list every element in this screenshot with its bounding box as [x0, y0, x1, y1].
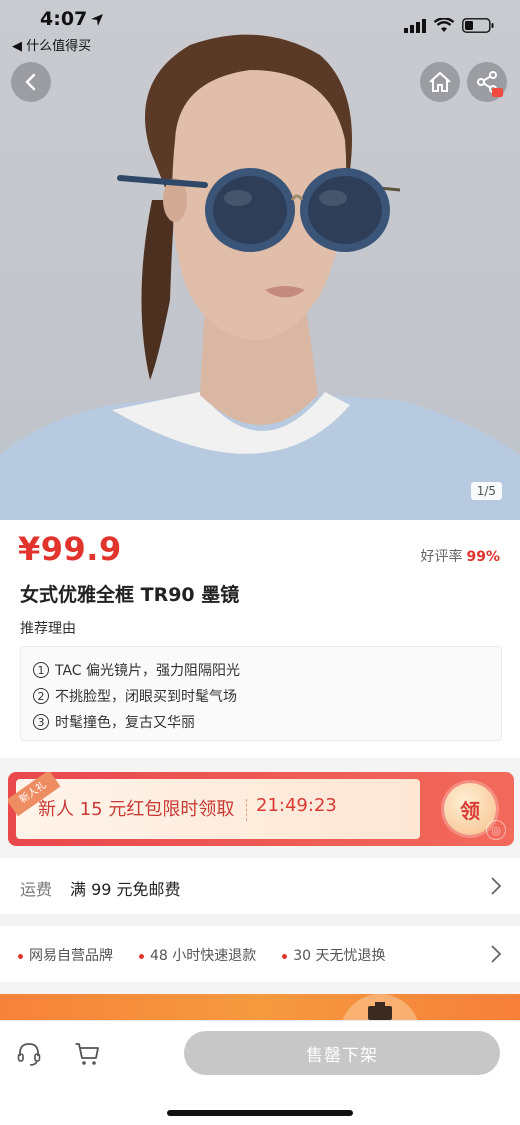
location-arrow-icon	[91, 14, 103, 26]
back-button[interactable]	[11, 62, 51, 102]
back-to-app-link[interactable]: ◀ 什么值得买	[12, 35, 91, 54]
new-user-coupon[interactable]: 新人礼 新人 15 元红包限时领取 21:49:23 领 ◎	[8, 772, 514, 846]
shipping-value: 满 99 元免邮费	[70, 880, 181, 899]
reason-item: 1 TAC 偏光镜片，强力阻隔阳光	[33, 657, 489, 683]
status-time: 4:07	[40, 8, 88, 30]
rating-value: 99%	[466, 549, 500, 565]
promo-banner[interactable]	[0, 994, 520, 1020]
brand-corner-icon: ◎	[486, 820, 506, 840]
battery-icon	[462, 18, 494, 33]
cart-icon[interactable]	[74, 1041, 100, 1067]
reason-text: 时髦撞色，复古又华丽	[55, 715, 195, 731]
home-indicator[interactable]	[167, 1110, 353, 1116]
status-bar: 4:07 ◀ 什么值得买	[0, 0, 520, 60]
chevron-right-icon	[491, 877, 502, 895]
red-packet-badge	[492, 88, 503, 97]
share-button[interactable]	[467, 62, 507, 102]
back-icon	[25, 73, 36, 91]
reason-text: TAC 偏光镜片，强力阻隔阳光	[55, 663, 241, 679]
reason-number: 3	[33, 714, 49, 730]
rating-label: 好评率	[420, 549, 463, 565]
coupon-section: 新人礼 新人 15 元红包限时领取 21:49:23 领 ◎	[0, 758, 520, 858]
chevron-right-icon	[491, 945, 502, 963]
reason-item: 3 时髦撞色，复古又华丽	[33, 709, 489, 735]
wifi-icon	[434, 18, 454, 32]
recommend-reason-label: 推荐理由	[20, 621, 76, 637]
reason-number: 1	[33, 662, 49, 678]
coupon-divider	[246, 799, 247, 821]
reason-text: 不挑脸型，闭眼买到时髦气场	[55, 689, 237, 705]
home-icon	[429, 71, 451, 92]
product-info: ¥99.9 好评率 99% 女式优雅全框 TR90 墨镜 推荐理由 1 TAC 偏…	[0, 520, 520, 758]
product-price: ¥99.9	[18, 530, 122, 568]
coupon-text: 新人 15 元红包限时领取	[38, 799, 235, 820]
service-row[interactable]: 网易自营品牌 48 小时快速退款 30 天无忧退换	[0, 926, 520, 982]
shipping-label: 运费	[20, 880, 53, 899]
reason-item: 2 不挑脸型，闭眼买到时髦气场	[33, 683, 489, 709]
shipping-row[interactable]: 运费 满 99 元免邮费	[0, 858, 520, 914]
home-button[interactable]	[420, 62, 460, 102]
signal-icon	[404, 18, 426, 33]
bottom-action-bar: 售罄下架	[0, 1020, 520, 1125]
gallery-pager: 1/5	[470, 482, 502, 500]
coupon-body: 新人礼 新人 15 元红包限时领取 21:49:23	[8, 772, 420, 839]
recommend-reasons: 1 TAC 偏光镜片，强力阻隔阳光 2 不挑脸型，闭眼买到时髦气场 3 时髦撞色…	[20, 646, 502, 741]
coupon-countdown: 21:49:23	[256, 795, 337, 816]
reason-number: 2	[33, 688, 49, 704]
product-image-gallery[interactable]: 4:07 ◀ 什么值得买 1/5	[0, 0, 520, 520]
sold-out-button[interactable]: 售罄下架	[184, 1031, 500, 1075]
service-item: 48 小时快速退款	[139, 945, 256, 965]
service-item: 网易自营品牌	[18, 945, 113, 965]
service-item: 30 天无忧退换	[282, 945, 386, 965]
promo-banner-art	[342, 994, 418, 1020]
customer-service-icon[interactable]	[16, 1041, 42, 1067]
product-title: 女式优雅全框 TR90 墨镜	[20, 584, 240, 606]
positive-rating: 好评率 99%	[420, 546, 500, 566]
